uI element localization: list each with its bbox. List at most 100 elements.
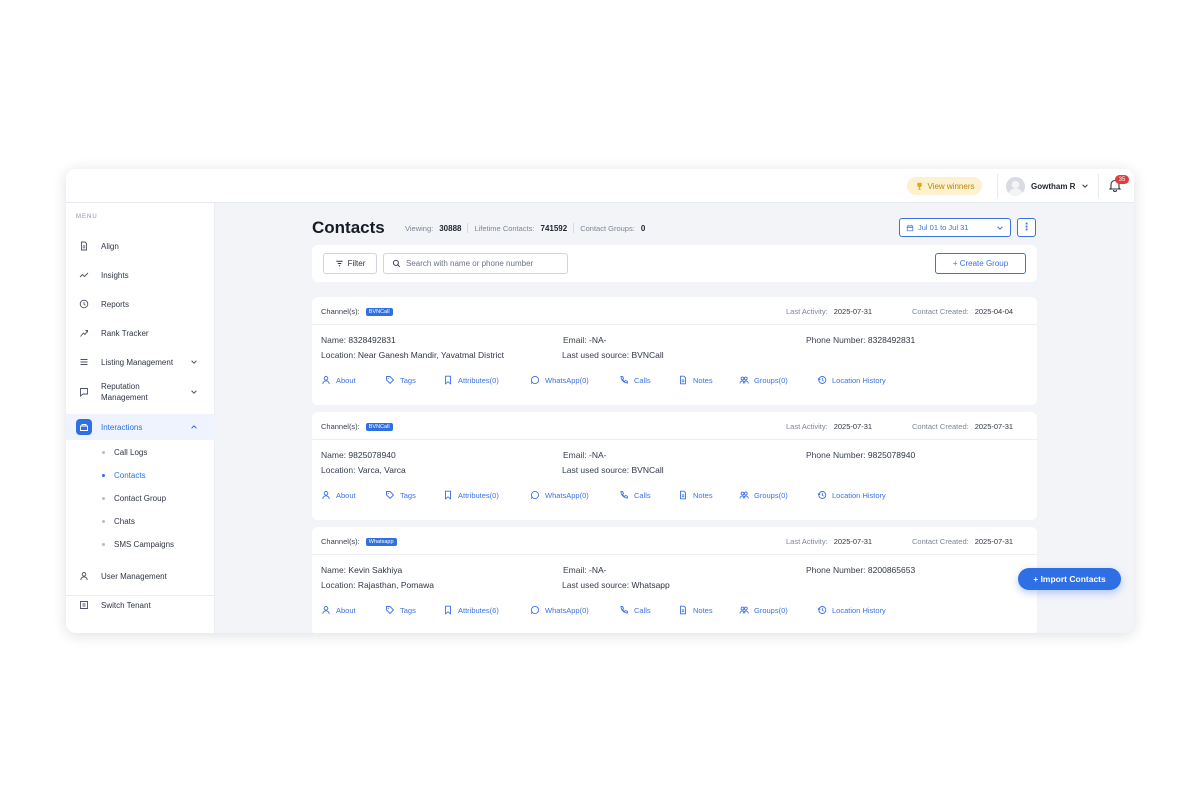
channels-label: Channel(s): [321,307,360,316]
sidebar-item-label: Switch Tenant [101,600,151,610]
name-label: Name: [321,335,347,345]
divider [467,223,469,233]
contact-created-value: 2025-04-04 [974,307,1014,316]
location-label: Location: [321,580,356,590]
contact-location: Location: Rajasthan, Pomawa [321,580,434,590]
whatsapp-link[interactable]: WhatsApp(0) [530,490,589,500]
sidebar-item-interactions[interactable]: Interactions [66,414,215,440]
sidebar-item-reports[interactable]: Reports [66,295,215,313]
contact-stats: Viewing: 30888 Lifetime Contacts: 741592… [405,223,645,233]
notes-link[interactable]: Notes [678,605,713,615]
about-link[interactable]: About [321,375,356,385]
contact-name: Name: Kevin Sakhiya [321,565,402,575]
date-range-label: Jul 01 to Jul 31 [918,223,969,232]
import-contacts-button[interactable]: + Import Contacts [1018,568,1121,590]
attributes-link[interactable]: Attributes(6) [443,605,499,615]
sidebar-subitem-sms-campaigns[interactable]: SMS Campaigns [102,540,174,549]
whatsapp-link[interactable]: WhatsApp(0) [530,375,589,385]
sidebar-subitem-call-logs[interactable]: Call Logs [102,448,147,457]
sidebar-item-label: Align [101,241,119,251]
whatsapp-link[interactable]: WhatsApp(0) [530,605,589,615]
tags-link[interactable]: Tags [385,375,416,385]
calls-link[interactable]: Calls [619,490,651,500]
action-label: Attributes(0) [458,490,499,500]
whatsapp-icon [530,605,540,615]
sidebar-item-rank-tracker[interactable]: Rank Tracker [66,324,215,342]
view-winners-button[interactable]: View winners [907,177,982,195]
contact-card[interactable]: Channel(s): BVNCall Last Activity: 2025-07-… [312,412,1037,520]
bookmark-icon [445,605,451,615]
email-label: Email: [563,335,587,345]
contact-phone: Phone Number: 9825078940 [806,450,915,460]
tags-link[interactable]: Tags [385,490,416,500]
contact-phone: Phone Number: 8200865653 [806,565,915,575]
email-value: -NA- [589,450,607,460]
contact-name: Name: 8328492831 [321,335,396,345]
location-history-link[interactable]: Location History [817,375,886,385]
attributes-link[interactable]: Attributes(0) [443,375,499,385]
contact-source: Last used source: BVNCall [562,465,664,475]
groups-link[interactable]: Groups(0) [739,375,788,385]
contact-email: Email: -NA- [563,565,606,575]
notes-link[interactable]: Notes [678,490,713,500]
sidebar-item-switch-tenant[interactable]: Switch Tenant [66,596,215,614]
name-value: Kevin Sakhiya [348,565,403,575]
tag-icon [386,606,395,615]
sidebar-item-listing-management[interactable]: Listing Management [66,353,215,371]
viewing-label: Viewing: [405,223,434,233]
contact-card[interactable]: Channel(s): BVNCall Last Activity: 2025-07-… [312,297,1037,405]
about-link[interactable]: About [321,490,356,500]
contact-created-label: Contact Created: [912,537,969,546]
filter-button[interactable]: Filter [323,253,377,274]
about-link[interactable]: About [321,605,356,615]
channels: Channel(s): BVNCall [321,422,393,431]
channels-label: Channel(s): [321,422,360,431]
contact-location: Location: Varca, Varca [321,465,406,475]
action-label: Calls [634,490,651,500]
search-input[interactable] [406,259,566,268]
sidebar-subitem-chats[interactable]: Chats [102,517,135,526]
attributes-link[interactable]: Attributes(0) [443,490,499,500]
sidebar-item-insights[interactable]: Insights [66,266,215,284]
groups-link[interactable]: Groups(0) [739,605,788,615]
contact-card[interactable]: Channel(s): Whatsapp Last Activity: 2025-07… [312,527,1037,633]
bookmark-icon [445,375,451,385]
divider [1098,174,1099,198]
search-box[interactable] [383,253,568,274]
action-label: Location History [832,490,886,500]
subitem-label: Contacts [114,471,146,480]
last-activity: Last Activity: 2025-07-31 [786,307,872,316]
trend-icon [76,267,92,283]
calls-link[interactable]: Calls [619,605,651,615]
groups-icon [739,606,749,614]
sidebar-item-label: Interactions [101,422,143,432]
contact-created-value: 2025-07-31 [974,422,1014,431]
create-group-button[interactable]: + Create Group [935,253,1026,274]
sidebar-item-user-management[interactable]: User Management [66,567,215,585]
location-value: Varca, Varca [357,465,406,475]
location-history-link[interactable]: Location History [817,490,886,500]
groups-icon [739,376,749,384]
action-label: Calls [634,375,651,385]
sidebar-item-reputation-management[interactable]: Reputation Management [66,379,215,405]
sidebar-item-label: User Management [101,571,167,581]
tags-link[interactable]: Tags [385,605,416,615]
sidebar-subitem-contacts[interactable]: Contacts [102,471,146,480]
location-history-link[interactable]: Location History [817,605,886,615]
phone-icon [620,490,629,499]
groups-link[interactable]: Groups(0) [739,490,788,500]
calls-link[interactable]: Calls [619,375,651,385]
phone-label: Phone Number: [806,565,866,575]
action-label: Tags [400,605,416,615]
sidebar-subitem-contact-group[interactable]: Contact Group [102,494,166,503]
channels-label: Channel(s): [321,537,360,546]
contact-name: Name: 9825078940 [321,450,396,460]
groups-label: Contact Groups: [580,223,635,233]
action-label: Groups(0) [754,490,788,500]
date-range-picker[interactable]: Jul 01 to Jul 31 [899,218,1011,237]
sidebar-item-align[interactable]: Align [66,237,215,255]
subitem-label: Chats [114,517,135,526]
user-menu[interactable]: Gowtham R [1006,175,1089,197]
more-options-button[interactable]: ⋮ [1017,218,1036,237]
notes-link[interactable]: Notes [678,375,713,385]
